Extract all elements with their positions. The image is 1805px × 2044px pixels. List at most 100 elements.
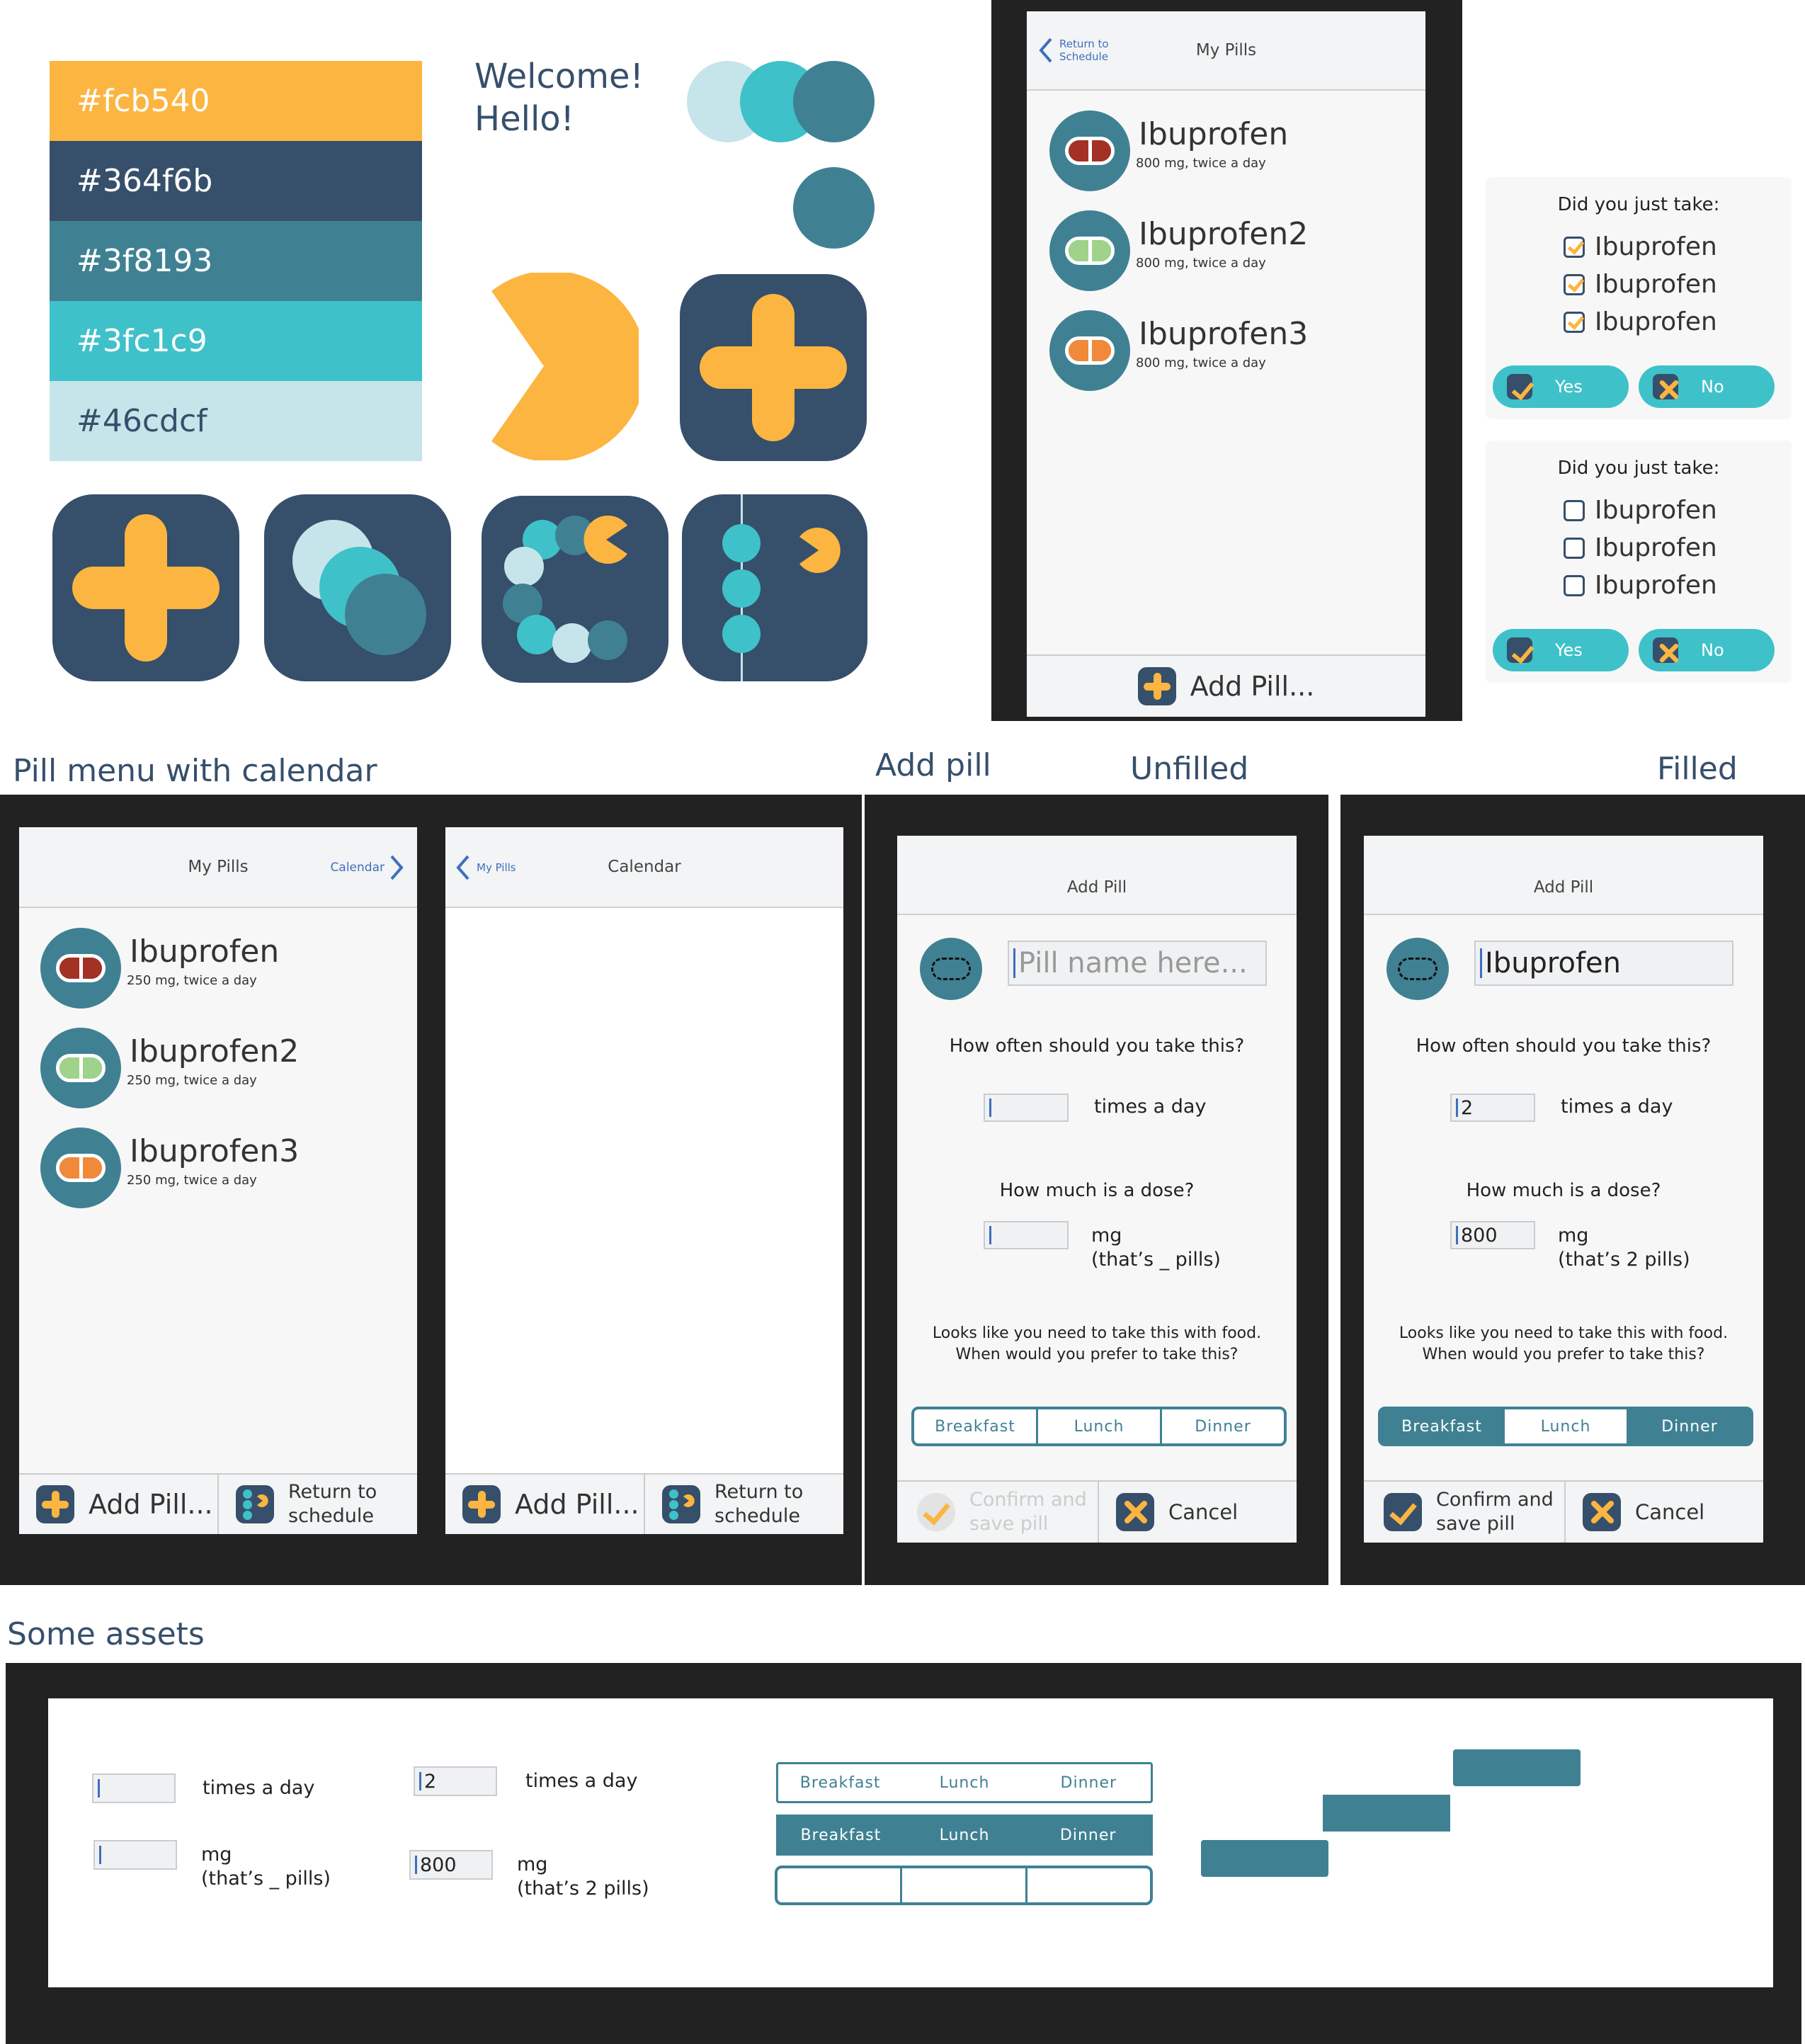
return-to-schedule-label: Return to schedule: [288, 1481, 377, 1527]
checkbox-unchecked[interactable]: [1564, 499, 1585, 521]
calendar-body: [445, 908, 843, 1473]
meal-breakfast[interactable]: Breakfast: [914, 1409, 1036, 1443]
assets-panel: times a day mg (that’s _ pills) 2 times a…: [48, 1698, 1773, 1987]
add-pill-label: Add Pill...: [89, 1489, 213, 1520]
meal-dinner[interactable]: Dinner: [1026, 1817, 1150, 1853]
frequency-unit: times a day: [1561, 1096, 1673, 1118]
no-button[interactable]: No: [1639, 629, 1775, 671]
dose-unit: mg (that’s _ pills): [1091, 1225, 1221, 1271]
dose-input[interactable]: [984, 1221, 1069, 1249]
meal-breakfast[interactable]: Breakfast: [779, 1817, 903, 1853]
checkbox-checked[interactable]: [1564, 236, 1585, 258]
yes-button[interactable]: Yes: [1493, 629, 1629, 671]
dose-unit: mg (that’s _ pills): [201, 1844, 331, 1890]
confirm-save-button[interactable]: Confirm and save pill: [897, 1482, 1098, 1543]
dose-unit: mg (that’s 2 pills): [1558, 1225, 1690, 1271]
meal-dinner[interactable]: Dinner: [1160, 1409, 1284, 1443]
pill-item[interactable]: Ibuprofen 250 mg, twice a day: [40, 928, 394, 1013]
pill-icon: [1049, 210, 1130, 291]
pill-icon: [40, 1028, 121, 1108]
checkbox-item[interactable]: Ibuprofen: [1564, 270, 1717, 299]
no-label: No: [1701, 377, 1724, 397]
checkbox-checked[interactable]: [1564, 311, 1585, 333]
calendar-link[interactable]: Calendar: [331, 854, 404, 881]
checkbox-checked[interactable]: [1564, 273, 1585, 295]
checkbox-item[interactable]: Ibuprofen: [1564, 307, 1717, 336]
pill-item[interactable]: Ibuprofen3 800 mg, twice a day: [1049, 310, 1403, 395]
dose-question: How much is a dose?: [1466, 1180, 1661, 1201]
meal-segment[interactable]: [900, 1868, 1025, 1902]
pill-item[interactable]: Ibuprofen2 800 mg, twice a day: [1049, 210, 1403, 295]
section-title-pill-menu: Pill menu with calendar: [13, 753, 377, 789]
meal-segment[interactable]: [778, 1868, 900, 1902]
no-label: No: [1701, 640, 1724, 660]
meal-lunch[interactable]: Lunch: [903, 1817, 1027, 1853]
pill-ring-app-icon: [482, 496, 668, 683]
meal-dinner[interactable]: Dinner: [1027, 1764, 1151, 1801]
schedule-app-icon: [682, 494, 867, 681]
meal-breakfast[interactable]: Breakfast: [1381, 1409, 1503, 1443]
add-pill-button[interactable]: Add Pill...: [1027, 656, 1425, 717]
add-pill-button[interactable]: Add Pill...: [19, 1475, 217, 1534]
add-pill-header: Add Pill: [897, 836, 1297, 915]
check-icon: [917, 1493, 955, 1531]
top-phone-screen: Return to Schedule My Pills Ibuprofen 80…: [1027, 11, 1425, 717]
meal-lunch[interactable]: Lunch: [1036, 1409, 1160, 1443]
add-pill-button[interactable]: Add Pill...: [445, 1475, 644, 1534]
segment-block: [1323, 1795, 1450, 1832]
no-button[interactable]: No: [1639, 365, 1775, 408]
cancel-label: Cancel: [1635, 1500, 1705, 1524]
meal-segment[interactable]: [1025, 1868, 1150, 1902]
pill-item[interactable]: Ibuprofen2 250 mg, twice a day: [40, 1028, 394, 1113]
circle-teal-single: [793, 167, 875, 249]
frequency-unit: times a day: [525, 1770, 638, 1792]
swatch-light: #46cdcf: [50, 381, 422, 461]
return-to-schedule-button[interactable]: Return to schedule: [217, 1475, 417, 1534]
frequency-input[interactable]: [984, 1094, 1069, 1122]
pill-item[interactable]: Ibuprofen3 250 mg, twice a day: [40, 1128, 394, 1213]
checkbox-item[interactable]: Ibuprofen: [1564, 232, 1717, 261]
pacman-icon: [491, 273, 639, 460]
pill-name-input[interactable]: Ibuprofen: [1474, 941, 1733, 986]
pill-item[interactable]: Ibuprofen 800 mg, twice a day: [1049, 110, 1403, 195]
meal-lunch-selected[interactable]: Lunch: [1503, 1409, 1627, 1443]
checkbox-item[interactable]: Ibuprofen: [1564, 496, 1717, 525]
page-title: Add Pill: [1066, 878, 1127, 897]
confirm-save-button[interactable]: Confirm and save pill: [1364, 1482, 1564, 1543]
dose-input-filled[interactable]: 800: [409, 1850, 493, 1880]
meal-breakfast[interactable]: Breakfast: [778, 1764, 902, 1801]
segment-block: [1453, 1749, 1581, 1786]
pill-icon: [1049, 110, 1130, 191]
dose-input[interactable]: 800: [1450, 1221, 1535, 1249]
check-icon: [1384, 1493, 1422, 1531]
meal-dinner[interactable]: Dinner: [1627, 1409, 1750, 1443]
checkbox-label: Ibuprofen: [1595, 571, 1717, 600]
checkbox-item[interactable]: Ibuprofen: [1564, 533, 1717, 562]
checkbox-unchecked[interactable]: [1564, 574, 1585, 596]
plus-app-icon: [52, 494, 239, 681]
meal-lunch[interactable]: Lunch: [902, 1764, 1026, 1801]
pill-shape-icon[interactable]: [920, 938, 982, 1000]
frequency-input[interactable]: 2: [1450, 1094, 1535, 1122]
return-to-schedule-button[interactable]: Return to schedule: [644, 1475, 843, 1534]
pill-desc: 250 mg, twice a day: [127, 973, 257, 988]
pill-shape-icon[interactable]: [1387, 938, 1449, 1000]
plus-app-icon-large: [680, 274, 867, 461]
checkbox-unchecked[interactable]: [1564, 537, 1585, 559]
welcome-text: Welcome! Hello!: [474, 55, 644, 140]
menu-phone-screen: My Pills Calendar Ibuprofen 250 mg, twic…: [19, 827, 417, 1534]
pill-name: Ibuprofen2: [130, 1033, 300, 1069]
cancel-button[interactable]: Cancel: [1564, 1482, 1763, 1543]
cancel-button[interactable]: Cancel: [1098, 1482, 1297, 1543]
checkbox-item[interactable]: Ibuprofen: [1564, 571, 1717, 600]
yes-button[interactable]: Yes: [1493, 365, 1629, 408]
dose-input-empty[interactable]: [93, 1840, 177, 1870]
chevron-right-icon: [390, 855, 404, 880]
frequency-input-empty[interactable]: [92, 1773, 176, 1803]
calendar-phone-header: My Pills Calendar: [445, 827, 843, 908]
frequency-input-filled[interactable]: 2: [414, 1766, 497, 1796]
pill-name: Ibuprofen2: [1139, 216, 1309, 252]
pill-name-input[interactable]: Pill name here...: [1008, 941, 1267, 986]
menu-phone-header: My Pills Calendar: [19, 827, 417, 908]
frequency-unit: times a day: [1094, 1096, 1207, 1118]
